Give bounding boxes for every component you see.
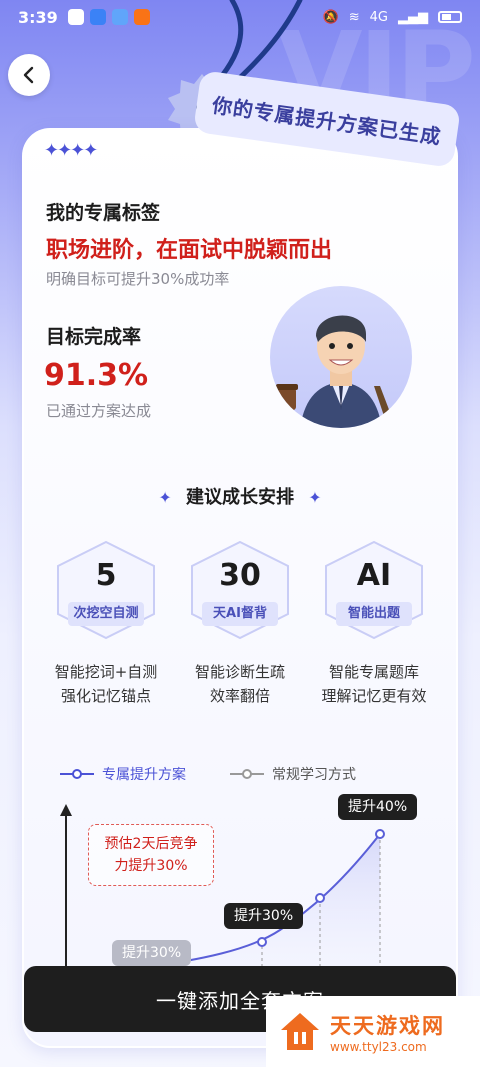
feature-number: AI [356,558,392,593]
house-logo-icon [281,1012,319,1050]
goal-title: 目标完成率 [46,326,142,348]
legend-line-icon [60,769,94,779]
businessman-illustration [276,315,396,428]
chart-point-top [375,829,385,839]
bubble-mid: 提升30% [224,903,304,929]
feature-ai-questions: AI 智能出题 智能专属题库 理解记忆更有效 [314,540,434,708]
feature-unit: 智能出题 [336,602,412,626]
hex-badge: AI 智能出题 [322,540,426,640]
feature-ai-review: 30 天AI督背 智能诊断生疏 效率翻倍 [180,540,300,708]
chart-point-high [315,893,325,903]
goal-subtitle: 已通过方案达成 [46,402,152,420]
feature-desc-line1: 智能挖词+自测 [54,663,158,681]
growth-title: 建议成长安排 [186,487,294,508]
feature-self-test: 5 次挖空自测 智能挖词+自测 强化记忆锚点 [46,540,166,708]
watermark-name: 天天游戏网 [330,1013,445,1038]
tag-subtitle: 明确目标可提升30%成功率 [46,270,230,288]
growth-section-title: ✦ 建议成长安排 ✦ [0,483,480,509]
legend-line-icon [230,769,264,779]
back-button[interactable] [8,54,50,96]
tag-title: 我的专属标签 [46,202,161,224]
feature-unit: 天AI督背 [202,602,278,626]
bubble-low: 提升30% [112,940,192,966]
legend-primary-label: 专属提升方案 [102,767,186,783]
site-watermark: 天天游戏网 www.ttyl23.com [266,996,480,1067]
estimate-callout: 预估2天后竞争 力提升30% [88,824,214,886]
feature-desc-line2: 强化记忆锚点 [60,687,151,705]
sparkle-left-icon: ✦ [158,488,172,507]
chart-arrow-icon [60,804,72,816]
chart-point-mid [257,937,267,947]
feature-description: 智能挖词+自测 强化记忆锚点 [46,660,166,708]
estimate-line1: 预估2天后竞争 [104,836,198,852]
tag-headline: 职场进阶，在面试中脱颖而出 [46,238,333,263]
hex-badge: 30 天AI督背 [188,540,292,640]
legend-secondary[interactable]: 常规学习方式 [230,764,356,784]
chevron-left-icon [23,66,34,84]
bubble-high: 提升40% [338,794,418,820]
feature-desc-line1: 智能专属题库 [328,663,419,681]
feature-number: 5 [95,558,117,593]
hex-badge: 5 次挖空自测 [54,540,158,640]
feature-desc-line2: 理解记忆更有效 [321,687,427,705]
sparkle-right-icon: ✦ [308,488,322,507]
stars-decoration: ✦✦✦✦ [44,140,98,161]
feature-number: 30 [219,558,261,593]
feature-unit: 次挖空自测 [68,602,144,626]
feature-desc-line1: 智能诊断生疏 [194,663,285,681]
goal-value: 91.3% [44,358,149,393]
feature-desc-line2: 效率翻倍 [209,687,270,705]
watermark-url: www.ttyl23.com [330,1039,427,1054]
legend-secondary-label: 常规学习方式 [272,767,356,783]
legend-primary[interactable]: 专属提升方案 [60,764,186,784]
feature-description: 智能诊断生疏 效率翻倍 [180,660,300,708]
estimate-line2: 力提升30% [114,858,188,874]
feature-description: 智能专属题库 理解记忆更有效 [314,660,434,708]
chart-legend: 专属提升方案 常规学习方式 [60,764,356,784]
avatar [270,286,412,428]
